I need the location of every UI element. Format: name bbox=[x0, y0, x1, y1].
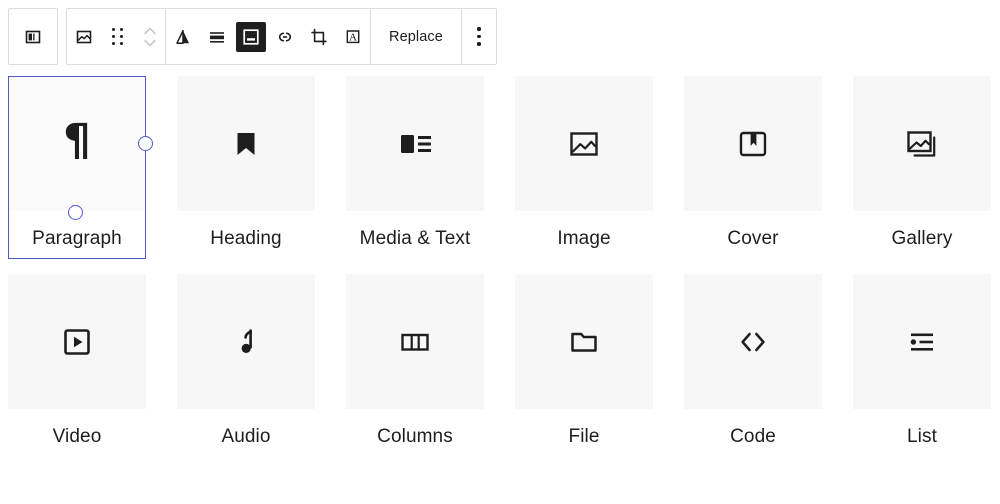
link-button[interactable] bbox=[268, 9, 302, 64]
block-item-image[interactable]: Image bbox=[515, 76, 653, 250]
gallery-icon bbox=[899, 121, 945, 167]
image-icon bbox=[561, 121, 607, 167]
more-options-button[interactable] bbox=[462, 9, 496, 64]
block-label: Cover bbox=[727, 228, 779, 249]
block-tile bbox=[684, 76, 822, 211]
folder-icon bbox=[561, 319, 607, 365]
music-note-icon bbox=[223, 319, 269, 365]
crop-button[interactable] bbox=[302, 9, 336, 64]
block-toolbar: A Replace bbox=[8, 8, 497, 65]
block-label: Media & Text bbox=[359, 228, 471, 249]
drag-handle-button[interactable] bbox=[101, 9, 135, 64]
block-tile bbox=[346, 76, 484, 211]
replace-button[interactable]: Replace bbox=[371, 9, 461, 64]
align-center-framed-icon bbox=[236, 21, 266, 52]
block-tile bbox=[177, 76, 315, 211]
block-label: Video bbox=[52, 426, 102, 447]
resize-handle-bottom[interactable] bbox=[68, 205, 83, 220]
pilcrow-icon: ¶ bbox=[63, 114, 91, 166]
block-tile bbox=[515, 274, 653, 409]
text-overlay-button[interactable]: A bbox=[336, 9, 370, 64]
bookmark-icon bbox=[223, 121, 269, 167]
image-icon bbox=[72, 25, 96, 49]
block-item-gallery[interactable]: Gallery bbox=[853, 76, 991, 250]
image-block-icon-button[interactable] bbox=[67, 9, 101, 64]
video-play-icon bbox=[54, 319, 100, 365]
block-label: Paragraph bbox=[32, 228, 122, 249]
block-type-grid: ¶ Paragraph Heading Media & Text Image C… bbox=[8, 76, 1000, 448]
block-item-paragraph[interactable]: ¶ Paragraph bbox=[8, 76, 153, 259]
toolbar-group-block-switcher bbox=[8, 8, 58, 65]
crop-icon bbox=[307, 25, 331, 49]
block-tile bbox=[853, 76, 991, 211]
block-item-media-and-text[interactable]: Media & Text bbox=[346, 76, 484, 250]
block-item-cover[interactable]: Cover bbox=[684, 76, 822, 250]
toolbar-group-block-mover: A Replace bbox=[66, 8, 497, 65]
block-type-switcher-button[interactable] bbox=[9, 9, 57, 64]
angle-brackets-icon bbox=[730, 319, 776, 365]
media-and-text-icon bbox=[392, 121, 438, 167]
resize-handle-right[interactable] bbox=[138, 136, 153, 151]
svg-text:A: A bbox=[349, 31, 357, 43]
block-item-audio[interactable]: Audio bbox=[177, 274, 315, 448]
block-tile bbox=[346, 274, 484, 409]
block-label: Audio bbox=[221, 426, 271, 447]
letter-a-framed-icon: A bbox=[341, 25, 365, 49]
move-up-down-button[interactable] bbox=[135, 9, 165, 64]
block-label: Gallery bbox=[891, 228, 953, 249]
block-label: Heading bbox=[210, 228, 282, 249]
block-item-video[interactable]: Video bbox=[8, 274, 146, 448]
block-label: Code bbox=[730, 426, 776, 447]
link-icon bbox=[273, 25, 297, 49]
cover-book-icon bbox=[730, 121, 776, 167]
block-label: File bbox=[568, 426, 600, 447]
block-item-columns[interactable]: Columns bbox=[346, 274, 484, 448]
block-item-list[interactable]: List bbox=[853, 274, 991, 448]
block-label: Image bbox=[557, 228, 611, 249]
block-tile: ¶ bbox=[8, 76, 146, 211]
block-label: List bbox=[907, 426, 937, 447]
chevron-up-down-icon bbox=[141, 21, 159, 53]
align-lines-icon bbox=[205, 25, 229, 49]
block-tile bbox=[177, 274, 315, 409]
block-tile bbox=[515, 76, 653, 211]
list-icon bbox=[899, 319, 945, 365]
block-item-file[interactable]: File bbox=[515, 274, 653, 448]
align-button[interactable] bbox=[166, 9, 200, 64]
drag-dots-icon bbox=[112, 27, 124, 46]
three-dots-vertical-icon bbox=[477, 27, 481, 46]
block-tile bbox=[853, 274, 991, 409]
block-tile bbox=[8, 274, 146, 409]
block-tile bbox=[684, 274, 822, 409]
block-switcher-icon bbox=[21, 25, 45, 49]
align-full-button[interactable] bbox=[200, 9, 234, 64]
block-item-heading[interactable]: Heading bbox=[177, 76, 315, 250]
align-triangle-icon bbox=[171, 25, 195, 49]
block-item-code[interactable]: Code bbox=[684, 274, 822, 448]
columns-icon bbox=[392, 319, 438, 365]
block-label: Columns bbox=[377, 426, 453, 447]
align-center-selected-button[interactable] bbox=[234, 9, 268, 64]
